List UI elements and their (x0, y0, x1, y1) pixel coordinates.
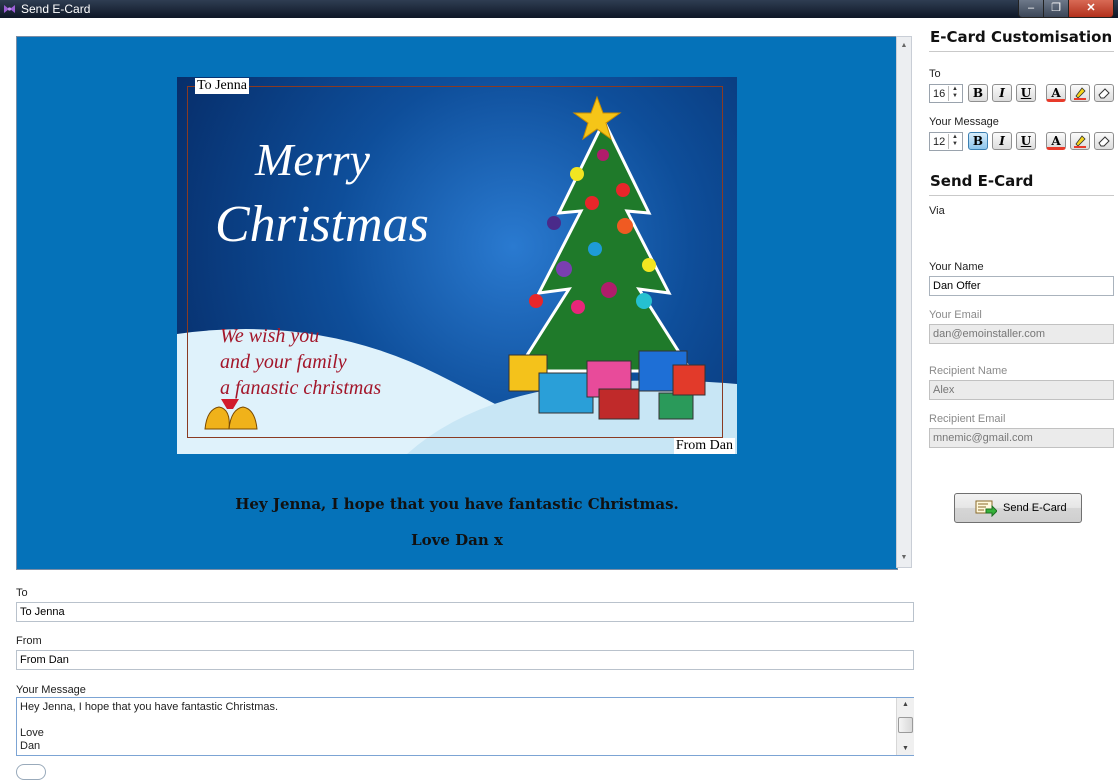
eraser-icon (1098, 136, 1110, 147)
spin-arrows-icon[interactable]: ▲ ▼ (948, 133, 961, 149)
to-highlight-button[interactable] (1070, 84, 1090, 102)
to-clear-format-button[interactable] (1094, 84, 1114, 102)
message-highlight-button[interactable] (1070, 132, 1090, 150)
message-underline-button[interactable]: U (1016, 132, 1036, 150)
app-icon (4, 5, 15, 13)
recipient-name-input[interactable] (929, 380, 1114, 400)
to-label: To (16, 587, 28, 599)
spin-arrows-icon[interactable]: ▲ ▼ (948, 85, 961, 101)
message-bold-button[interactable]: B (968, 132, 988, 150)
message-clear-format-button[interactable] (1094, 132, 1114, 150)
divider (929, 195, 1114, 196)
to-font-size-value: 16 (933, 87, 946, 100)
custom-to-label: To (929, 68, 941, 80)
preview-scrollbar[interactable]: ▲ ▼ (896, 36, 912, 568)
message-textarea[interactable]: Hey Jenna, I hope that you have fantasti… (16, 697, 914, 756)
bells-icon (204, 399, 258, 430)
from-input[interactable] (16, 650, 914, 670)
your-name-input[interactable] (929, 276, 1114, 296)
to-underline-button[interactable]: U (1016, 84, 1036, 102)
to-italic-button[interactable]: I (992, 84, 1012, 102)
send-ecard-button[interactable]: Send E-Card (954, 493, 1082, 523)
to-input[interactable] (16, 602, 914, 622)
minimize-button[interactable]: – (1019, 0, 1044, 17)
to-font-color-button[interactable]: A (1046, 84, 1066, 102)
window-title: Send E-Card (21, 2, 91, 16)
ecard-image: To Jenna From Dan Merry Christmas We wis… (177, 77, 737, 454)
window-controls: – ❐ ✕ (1018, 0, 1114, 18)
send-heading: Send E-Card (930, 172, 1034, 190)
maximize-button[interactable]: ❐ (1044, 0, 1069, 17)
scroll-up-arrow-icon[interactable]: ▲ (897, 39, 911, 53)
message-font-color-button[interactable]: A (1046, 132, 1066, 150)
message-font-size-value: 12 (933, 135, 946, 148)
eraser-icon (1098, 88, 1110, 99)
card-wish-text: We wish you and your family a fanastic c… (220, 323, 381, 401)
orb-button[interactable] (16, 764, 46, 780)
to-font-size-stepper[interactable]: 16 ▲ ▼ (929, 83, 963, 103)
close-button[interactable]: ✕ (1069, 0, 1113, 17)
highlight-icon (1074, 87, 1086, 100)
message-scrollbar[interactable]: ▲ ▼ (896, 698, 914, 755)
card-from-text: From Dan (673, 438, 735, 454)
your-name-label: Your Name (929, 261, 984, 273)
from-label: From (16, 635, 42, 647)
your-email-input[interactable] (929, 324, 1114, 344)
message-label: Your Message (16, 684, 86, 696)
message-italic-button[interactable]: I (992, 132, 1012, 150)
card-heading-christmas: Christmas (215, 196, 429, 253)
your-email-label: Your Email (929, 309, 982, 321)
via-label: Via (929, 205, 945, 217)
divider (929, 51, 1114, 52)
send-ecard-icon (975, 500, 997, 517)
preview-message-line: Hey Jenna, I hope that you have fantasti… (235, 495, 679, 513)
scroll-thumb[interactable] (898, 717, 913, 733)
card-heading-merry: Merry (255, 134, 370, 185)
message-font-size-stepper[interactable]: 12 ▲ ▼ (929, 131, 963, 151)
highlight-icon (1074, 135, 1086, 148)
customisation-heading: E-Card Customisation (930, 28, 1113, 46)
recipient-email-label: Recipient Email (929, 413, 1006, 425)
ecard-preview: To Jenna From Dan Merry Christmas We wis… (16, 36, 898, 570)
send-ecard-button-label: Send E-Card (1003, 502, 1067, 514)
message-format-toolbar: 12 ▲ ▼ B I U A (929, 131, 1118, 151)
card-wish-line: and your family (220, 351, 347, 373)
card-to-text: To Jenna (195, 78, 249, 94)
recipient-name-label: Recipient Name (929, 365, 1008, 377)
scroll-down-arrow-icon[interactable]: ▼ (897, 745, 914, 752)
to-format-toolbar: 16 ▲ ▼ B I U A (929, 83, 1118, 103)
recipient-email-input[interactable] (929, 428, 1114, 448)
to-bold-button[interactable]: B (968, 84, 988, 102)
card-wish-line: We wish you (220, 325, 320, 347)
custom-message-label: Your Message (929, 116, 999, 128)
scroll-up-arrow-icon[interactable]: ▲ (897, 701, 914, 708)
title-bar: Send E-Card – ❐ ✕ (0, 0, 1118, 18)
scroll-down-arrow-icon[interactable]: ▼ (897, 551, 911, 565)
preview-signature-line: Love Dan x (411, 531, 503, 549)
